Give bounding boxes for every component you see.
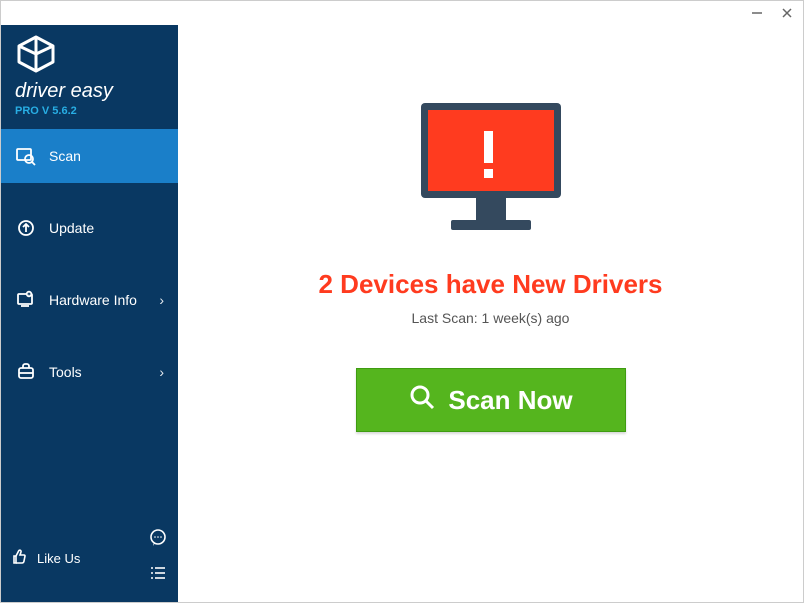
sidebar-item-label: Hardware Info — [49, 292, 137, 308]
logo-icon — [15, 35, 164, 78]
status-headline: 2 Devices have New Drivers — [319, 269, 663, 300]
update-icon — [15, 217, 37, 239]
sidebar-item-hardware-info[interactable]: i Hardware Info › — [1, 273, 178, 327]
sidebar-item-label: Tools — [49, 364, 82, 380]
brand-name: driver easy — [15, 80, 164, 103]
like-us-button[interactable]: Like Us — [11, 548, 80, 569]
app-window: driver easy PRO V 5.6.2 Scan — [0, 0, 804, 603]
sidebar-item-label: Scan — [49, 148, 81, 164]
scan-now-label: Scan Now — [448, 385, 572, 416]
monitor-alert-icon — [406, 95, 576, 245]
chevron-right-icon: › — [159, 292, 164, 308]
app-body: driver easy PRO V 5.6.2 Scan — [1, 25, 803, 602]
sidebar-utility-icons — [148, 528, 168, 588]
chevron-right-icon: › — [159, 364, 164, 380]
search-icon — [408, 383, 436, 418]
sidebar-item-tools[interactable]: Tools › — [1, 345, 178, 399]
svg-text:i: i — [29, 292, 30, 297]
sidebar-item-update[interactable]: Update — [1, 201, 178, 255]
speech-bubble-icon — [148, 528, 168, 548]
list-icon — [148, 563, 168, 583]
minimize-icon — [750, 6, 764, 20]
minimize-button[interactable] — [749, 5, 765, 21]
main-content: 2 Devices have New Drivers Last Scan: 1 … — [178, 25, 803, 602]
like-us-label: Like Us — [37, 551, 80, 566]
sidebar-item-label: Update — [49, 220, 94, 236]
title-bar — [1, 1, 803, 25]
thumbs-up-icon — [11, 548, 29, 569]
tools-icon — [15, 361, 37, 383]
feedback-button[interactable] — [148, 528, 168, 553]
close-button[interactable] — [779, 5, 795, 21]
sidebar: driver easy PRO V 5.6.2 Scan — [1, 25, 178, 602]
sidebar-nav: Scan Update — [1, 125, 178, 399]
version-label: PRO V 5.6.2 — [15, 105, 164, 117]
last-scan-text: Last Scan: 1 week(s) ago — [412, 310, 570, 326]
sidebar-item-scan[interactable]: Scan — [1, 129, 178, 183]
scan-now-button[interactable]: Scan Now — [356, 368, 626, 432]
hardware-icon: i — [15, 289, 37, 311]
sidebar-footer: Like Us — [1, 518, 178, 602]
scan-icon — [15, 145, 37, 167]
logo-area: driver easy PRO V 5.6.2 — [1, 25, 178, 125]
menu-button[interactable] — [148, 563, 168, 588]
alert-graphic — [406, 95, 576, 245]
close-icon — [780, 6, 794, 20]
